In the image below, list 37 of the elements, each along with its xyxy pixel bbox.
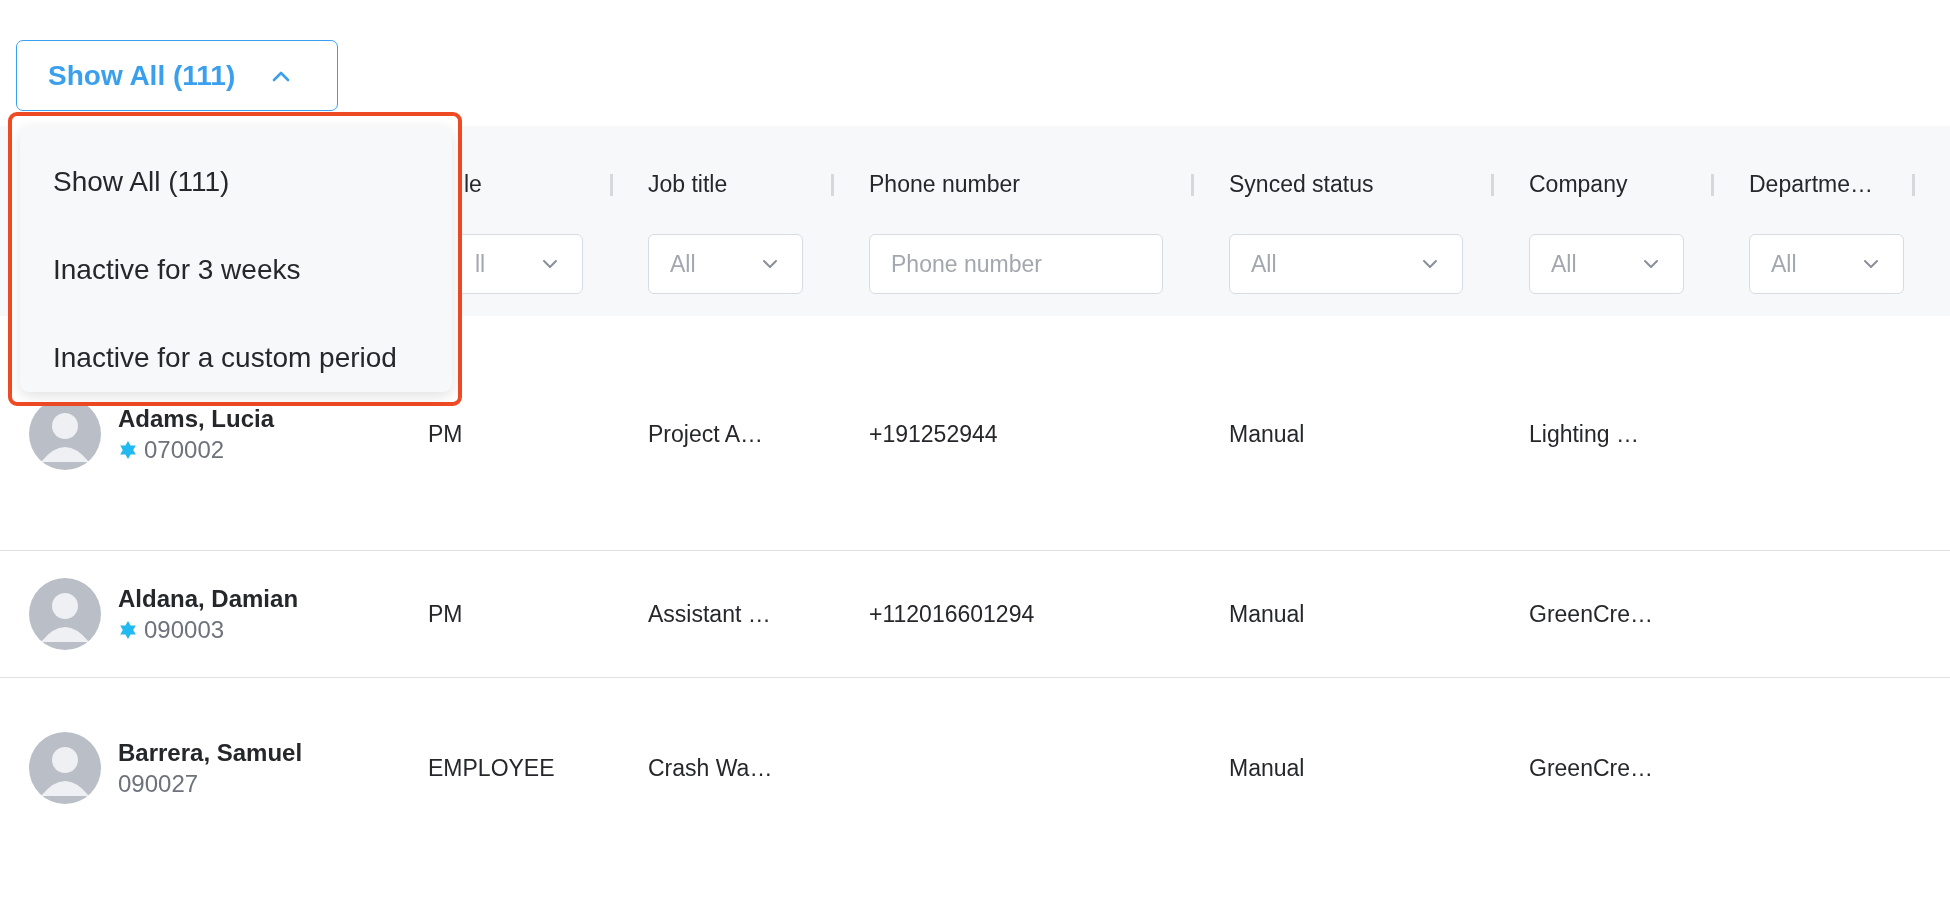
table-cell: Manual <box>1229 420 1305 447</box>
table-cell: Project A… <box>648 420 764 447</box>
column-header[interactable]: Synced status <box>1229 171 1374 198</box>
table-cell: +112016601294 <box>869 600 1035 627</box>
menu-item[interactable]: Inactive for a custom period <box>20 314 452 402</box>
chevron-down-icon <box>1422 259 1438 269</box>
table-cell: EMPLOYEE <box>428 754 555 781</box>
column-header[interactable]: Departme… <box>1749 171 1873 198</box>
employee-id: 090027 <box>118 769 199 798</box>
chevron-down-icon <box>542 259 558 269</box>
table-cell: Crash Wa… <box>648 754 773 781</box>
table-cell: PM <box>428 600 463 627</box>
employee-id: 090003 <box>144 615 225 644</box>
chevron-down-icon <box>762 259 778 269</box>
filter-input[interactable]: Phone number <box>869 234 1163 294</box>
table-cell: Assistant … <box>648 600 771 627</box>
column-header[interactable]: Job title <box>648 171 728 198</box>
table-cell: GreenCre… <box>1529 754 1653 781</box>
table-cell: Manual <box>1229 600 1305 627</box>
person-name[interactable]: Adams, Lucia <box>118 404 275 433</box>
chevron-down-icon <box>1643 259 1659 269</box>
column-header[interactable]: le <box>464 171 482 198</box>
avatar <box>29 732 101 804</box>
table-cell: +191252944 <box>869 420 998 447</box>
avatar <box>29 578 101 650</box>
menu-item[interactable]: Show All (111) <box>20 138 452 226</box>
chevron-down-icon <box>1863 259 1879 269</box>
table-cell: GreenCre… <box>1529 600 1653 627</box>
table-cell: Manual <box>1229 754 1305 781</box>
table-cell: PM <box>428 420 463 447</box>
employee-id: 070002 <box>144 435 225 464</box>
column-header[interactable]: Phone number <box>869 171 1020 198</box>
table-cell: Lighting … <box>1529 420 1639 447</box>
column-header[interactable]: Company <box>1529 171 1628 198</box>
person-name[interactable]: Aldana, Damian <box>118 584 299 613</box>
caret-icon <box>271 69 292 82</box>
person-name[interactable]: Barrera, Samuel <box>118 738 303 767</box>
